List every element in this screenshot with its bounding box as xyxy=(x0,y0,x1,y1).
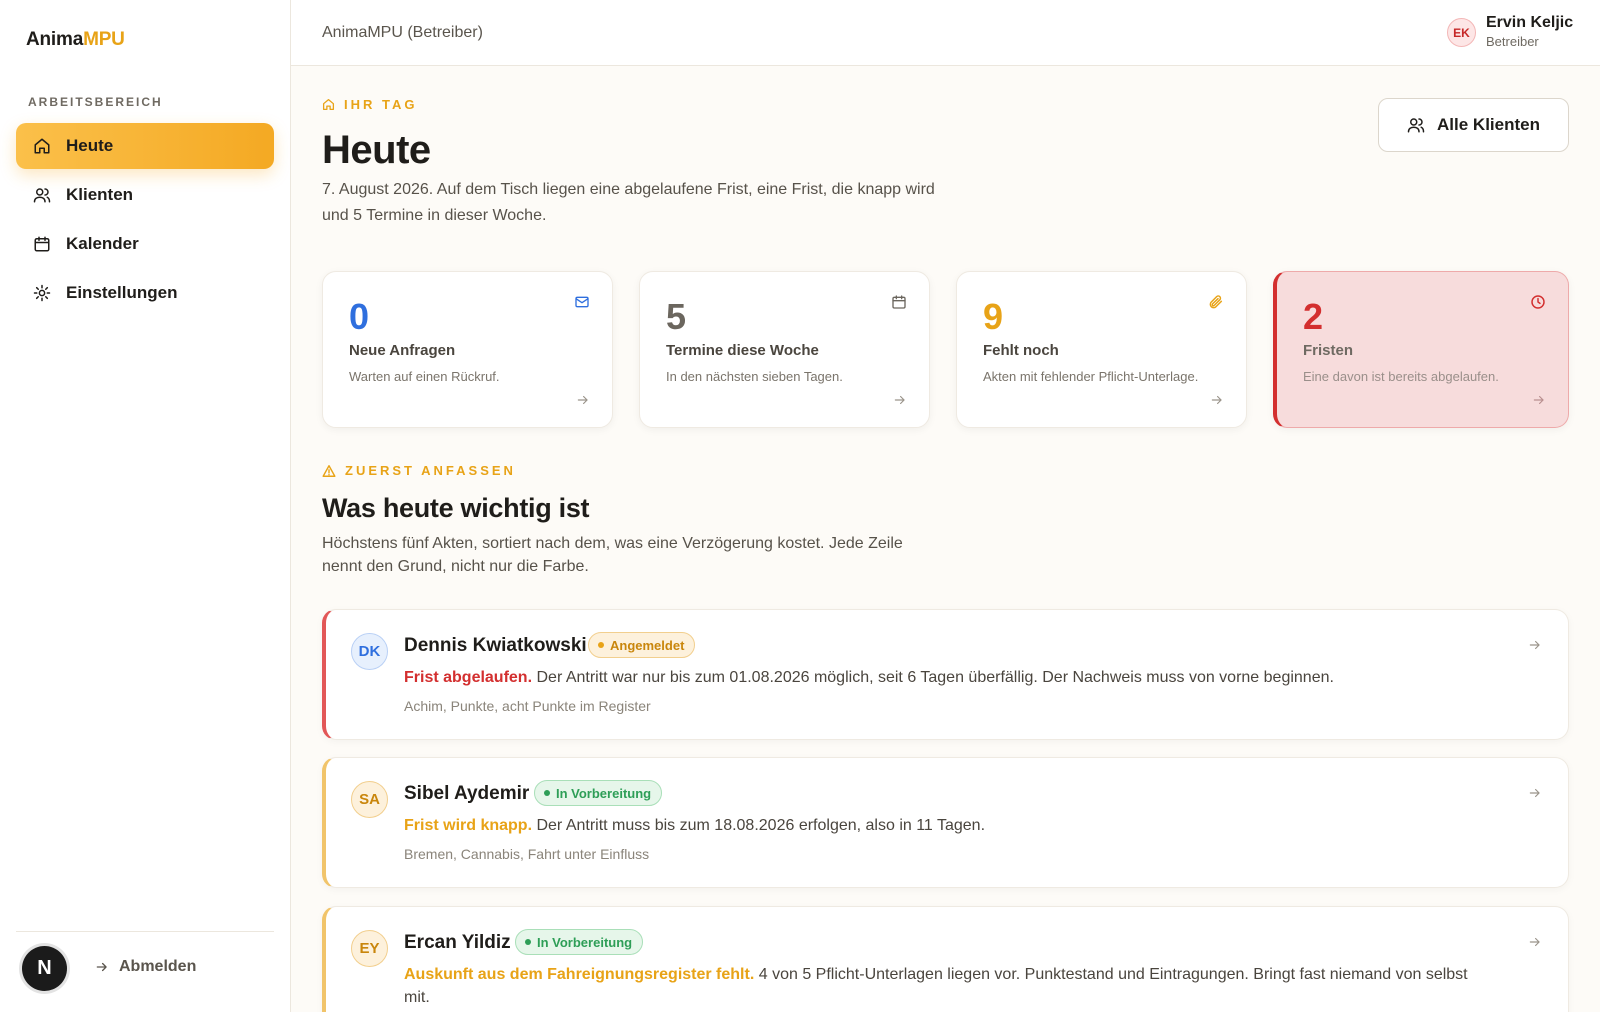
gear-icon xyxy=(32,283,52,303)
main-content: IHR TAG Heute 7. August 2026. Auf dem Ti… xyxy=(291,66,1600,1012)
brand-logo[interactable]: AnimaMPU xyxy=(26,29,125,51)
user-avatar[interactable]: EK xyxy=(1447,18,1476,47)
reason-highlight: Auskunft aus dem Fahreignungsregister fe… xyxy=(404,966,755,983)
brand-accent: MPU xyxy=(83,29,125,50)
all-clients-label: Alle Klienten xyxy=(1437,115,1540,134)
sidebar-item-label: Klienten xyxy=(66,185,134,204)
stat-description: In den nächsten sieben Tagen. xyxy=(666,369,843,384)
status-label: Angemeldet xyxy=(610,637,685,653)
client-avatar: SA xyxy=(351,781,388,818)
arrow-right-icon xyxy=(893,393,907,407)
status-badge: In Vorbereitung xyxy=(515,929,644,955)
client-meta: Bremen, Cannabis, Fahrt unter Einfluss xyxy=(404,846,650,862)
client-reason: Frist abgelaufen. Der Antritt war nur bi… xyxy=(404,666,1494,689)
stat-description: Eine davon ist bereits abgelaufen. xyxy=(1303,369,1499,384)
status-label: In Vorbereitung xyxy=(556,785,652,801)
status-dot xyxy=(525,939,531,945)
stat-card-missing[interactable]: 9 Fehlt noch Akten mit fehlender Pflicht… xyxy=(956,271,1247,428)
arrow-right-icon xyxy=(1528,935,1542,949)
sidebar-nav: Heute Klienten Kalender Einstellungen xyxy=(16,123,274,319)
sidebar-item-einstellungen[interactable]: Einstellungen xyxy=(16,270,274,316)
stat-value: 2 xyxy=(1303,296,1324,337)
status-dot xyxy=(544,790,550,796)
stat-label: Fehlt noch xyxy=(983,342,1059,359)
stat-card-deadlines[interactable]: 2 Fristen Eine davon ist bereits abgelau… xyxy=(1273,271,1569,428)
arrow-right-icon xyxy=(95,960,109,974)
client-name: Dennis Kwiatkowski xyxy=(404,635,587,656)
mail-icon xyxy=(574,294,590,310)
logout-button[interactable]: Abmelden xyxy=(95,958,196,976)
status-badge: Angemeldet xyxy=(588,632,696,658)
stat-card-new-requests[interactable]: 0 Neue Anfragen Warten auf einen Rückruf… xyxy=(322,271,613,428)
arrow-right-icon xyxy=(576,393,590,407)
stat-value: 9 xyxy=(983,296,1004,337)
status-label: In Vorbereitung xyxy=(537,934,633,950)
stat-description: Warten auf einen Rückruf. xyxy=(349,369,500,384)
reason-highlight: Frist abgelaufen. xyxy=(404,669,533,686)
users-icon xyxy=(32,185,52,205)
logout-label: Abmelden xyxy=(119,958,197,975)
status-badge: In Vorbereitung xyxy=(534,780,663,806)
all-clients-button[interactable]: Alle Klienten xyxy=(1378,98,1569,152)
priority-item[interactable]: DK Dennis Kwiatkowski Angemeldet Frist a… xyxy=(322,609,1569,740)
stat-card-appointments[interactable]: 5 Termine diese Woche In den nächsten si… xyxy=(639,271,930,428)
home-icon xyxy=(322,98,335,111)
sidebar-item-klienten[interactable]: Klienten xyxy=(16,172,274,218)
sidebar-section-label: ARBEITSBEREICH xyxy=(28,95,163,109)
page-eyebrow: IHR TAG xyxy=(322,97,417,112)
priority-item[interactable]: SA Sibel Aydemir In Vorbereitung Frist w… xyxy=(322,757,1569,888)
reason-detail: Der Antritt muss bis zum 18.08.2026 erfo… xyxy=(536,817,986,834)
section-lead: Höchstens fünf Akten, sortiert nach dem,… xyxy=(322,535,903,575)
topbar-title: AnimaMPU (Betreiber) xyxy=(322,24,483,41)
eyebrow-label: IHR TAG xyxy=(344,97,418,112)
stat-description: Akten mit fehlender Pflicht-Unterlage. xyxy=(983,369,1199,384)
sidebar-item-kalender[interactable]: Kalender xyxy=(16,221,274,267)
calendar-icon xyxy=(891,294,907,310)
user-name[interactable]: Ervin Keljic xyxy=(1486,14,1573,32)
stat-label: Fristen xyxy=(1303,342,1354,359)
stat-label: Neue Anfragen xyxy=(349,342,456,359)
client-name: Ercan Yildiz xyxy=(404,932,511,953)
priority-eyebrow: ZUERST ANFASSEN xyxy=(322,463,516,478)
stat-value: 0 xyxy=(349,296,370,337)
app-avatar[interactable]: N xyxy=(22,946,67,991)
users-icon xyxy=(1407,116,1425,134)
warning-icon xyxy=(322,464,336,478)
sidebar: AnimaMPU ARBEITSBEREICH Heute Klienten K… xyxy=(0,0,291,1012)
clock-icon xyxy=(1530,294,1546,310)
arrow-right-icon xyxy=(1528,638,1542,652)
priority-item[interactable]: EY Ercan Yildiz In Vorbereitung Auskunft… xyxy=(322,906,1569,1012)
stat-label: Termine diese Woche xyxy=(666,342,819,359)
client-reason: Frist wird knapp. Der Antritt muss bis z… xyxy=(404,814,1494,837)
topbar: AnimaMPU (Betreiber) EK Ervin Keljic Bet… xyxy=(291,0,1600,66)
sidebar-item-label: Einstellungen xyxy=(66,283,178,302)
page-lead: 7. August 2026. Auf dem Tisch liegen ein… xyxy=(322,181,935,224)
home-icon xyxy=(32,136,52,156)
paperclip-icon xyxy=(1208,294,1224,310)
client-meta: Achim, Punkte, acht Punkte im Register xyxy=(404,698,651,714)
client-reason: Auskunft aus dem Fahreignungsregister fe… xyxy=(404,963,1494,1009)
arrow-right-icon xyxy=(1528,786,1542,800)
eyebrow-label: ZUERST ANFASSEN xyxy=(345,463,516,478)
user-role: Betreiber xyxy=(1486,34,1539,49)
page-title: Heute xyxy=(322,128,431,172)
client-name: Sibel Aydemir xyxy=(404,783,530,804)
section-title: Was heute wichtig ist xyxy=(322,493,590,523)
arrow-right-icon xyxy=(1532,393,1546,407)
sidebar-item-label: Kalender xyxy=(66,234,139,253)
arrow-right-icon xyxy=(1210,393,1224,407)
sidebar-item-label: Heute xyxy=(66,136,114,155)
client-avatar: DK xyxy=(351,633,388,670)
client-avatar: EY xyxy=(351,930,388,967)
reason-detail: Der Antritt war nur bis zum 01.08.2026 m… xyxy=(536,669,1334,686)
reason-highlight: Frist wird knapp. xyxy=(404,817,533,834)
sidebar-item-heute[interactable]: Heute xyxy=(16,123,274,169)
stat-value: 5 xyxy=(666,296,687,337)
status-dot xyxy=(598,642,604,648)
calendar-icon xyxy=(32,234,52,254)
brand-name: Anima xyxy=(26,29,84,50)
sidebar-divider xyxy=(16,931,274,932)
